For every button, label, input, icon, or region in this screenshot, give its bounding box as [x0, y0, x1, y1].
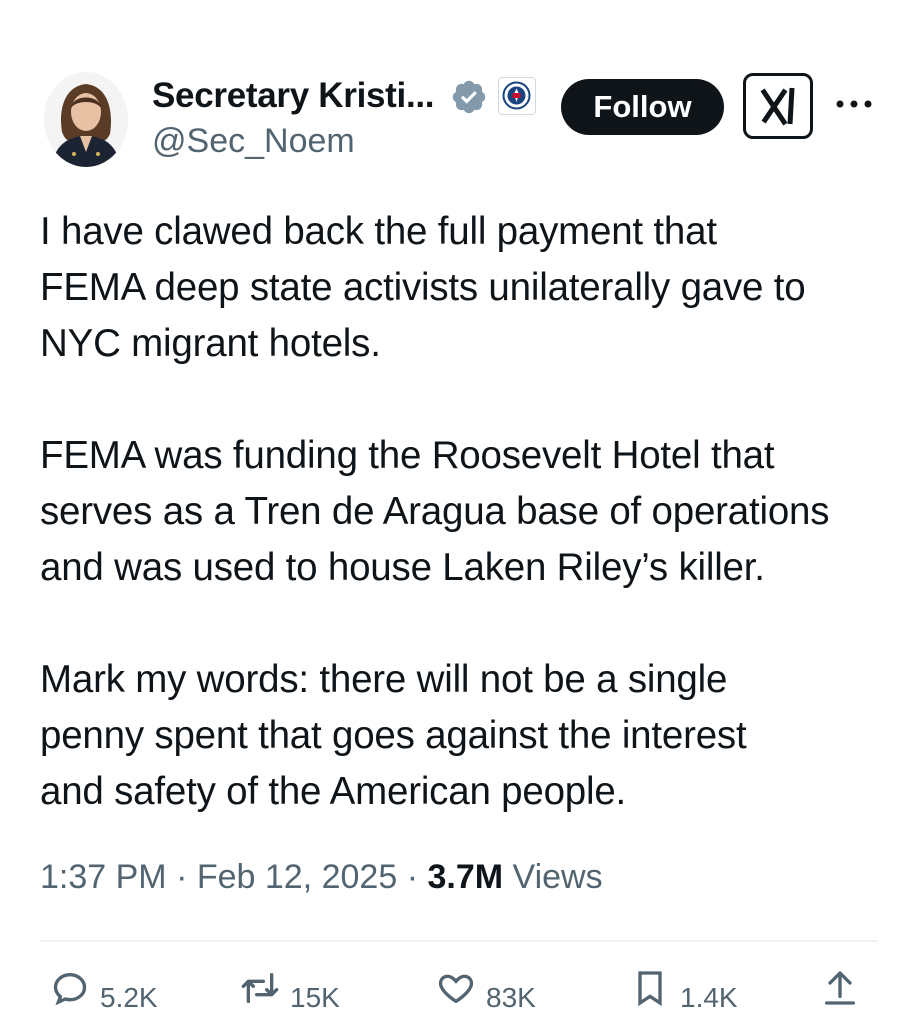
avatar[interactable]	[44, 72, 128, 167]
tweet-paragraph: I have clawed back the full payment that…	[40, 204, 890, 372]
tweet-meta: 1:37 PM · Feb 12, 2025 · 3.7M Views	[40, 858, 603, 897]
bookmark-count: 1.4K	[680, 982, 738, 1013]
share-button[interactable]	[820, 968, 860, 1008]
tweet-line: FEMA was funding the Roosevelt Hotel tha…	[40, 434, 775, 477]
author-handle[interactable]: @Sec_Noem	[152, 122, 355, 161]
follow-button[interactable]: Follow	[561, 79, 724, 135]
action-bar: 5.2K 15K 83K 1.4K	[0, 968, 916, 1013]
like-count: 83K	[486, 982, 536, 1013]
tweet-line: NYC migrant hotels.	[40, 322, 381, 365]
tweet-paragraph: FEMA was funding the Roosevelt Hotel tha…	[40, 428, 890, 596]
tweet-date[interactable]: Feb 12, 2025	[197, 858, 397, 896]
verified-badge-icon	[452, 80, 486, 114]
tweet-line: and safety of the American people.	[40, 770, 627, 813]
grok-icon[interactable]	[743, 73, 813, 139]
tweet-header: Secretary Kristi... @Sec_Noem Follow	[0, 0, 916, 180]
divider	[40, 940, 878, 942]
repost-icon	[241, 973, 279, 1003]
repost-button[interactable]: 15K	[240, 968, 340, 1013]
more-icon[interactable]	[834, 96, 874, 112]
like-button[interactable]: 83K	[436, 968, 536, 1013]
views-label: Views	[512, 858, 603, 896]
bookmark-icon	[638, 971, 662, 1007]
reply-icon	[53, 972, 87, 1006]
tweet-line: and was used to house Laken Riley’s kill…	[40, 546, 765, 589]
views-count[interactable]: 3.7M	[427, 858, 503, 896]
tweet-line: serves as a Tren de Aragua base of opera…	[40, 490, 830, 533]
tweet-line: penny spent that goes against the intere…	[40, 714, 747, 757]
heart-icon	[438, 974, 474, 1004]
repost-count: 15K	[290, 982, 340, 1013]
tweet-line: FEMA deep state activists unilaterally g…	[40, 266, 806, 309]
tweet-line: Mark my words: there will not be a singl…	[40, 658, 728, 701]
separator-dot: ·	[176, 858, 197, 896]
tweet-text: I have clawed back the full payment that…	[40, 204, 890, 820]
tweet-paragraph: Mark my words: there will not be a singl…	[40, 652, 890, 820]
tweet-time[interactable]: 1:37 PM	[40, 858, 167, 896]
author-name[interactable]: Secretary Kristi...	[152, 76, 435, 116]
bookmark-button[interactable]: 1.4K	[630, 968, 738, 1013]
government-affiliation-icon[interactable]	[498, 77, 536, 115]
separator-dot: ·	[406, 858, 428, 896]
reply-count: 5.2K	[100, 982, 158, 1013]
share-icon	[825, 971, 855, 1005]
tweet-line: I have clawed back the full payment that	[40, 210, 717, 253]
reply-button[interactable]: 5.2K	[50, 968, 158, 1013]
